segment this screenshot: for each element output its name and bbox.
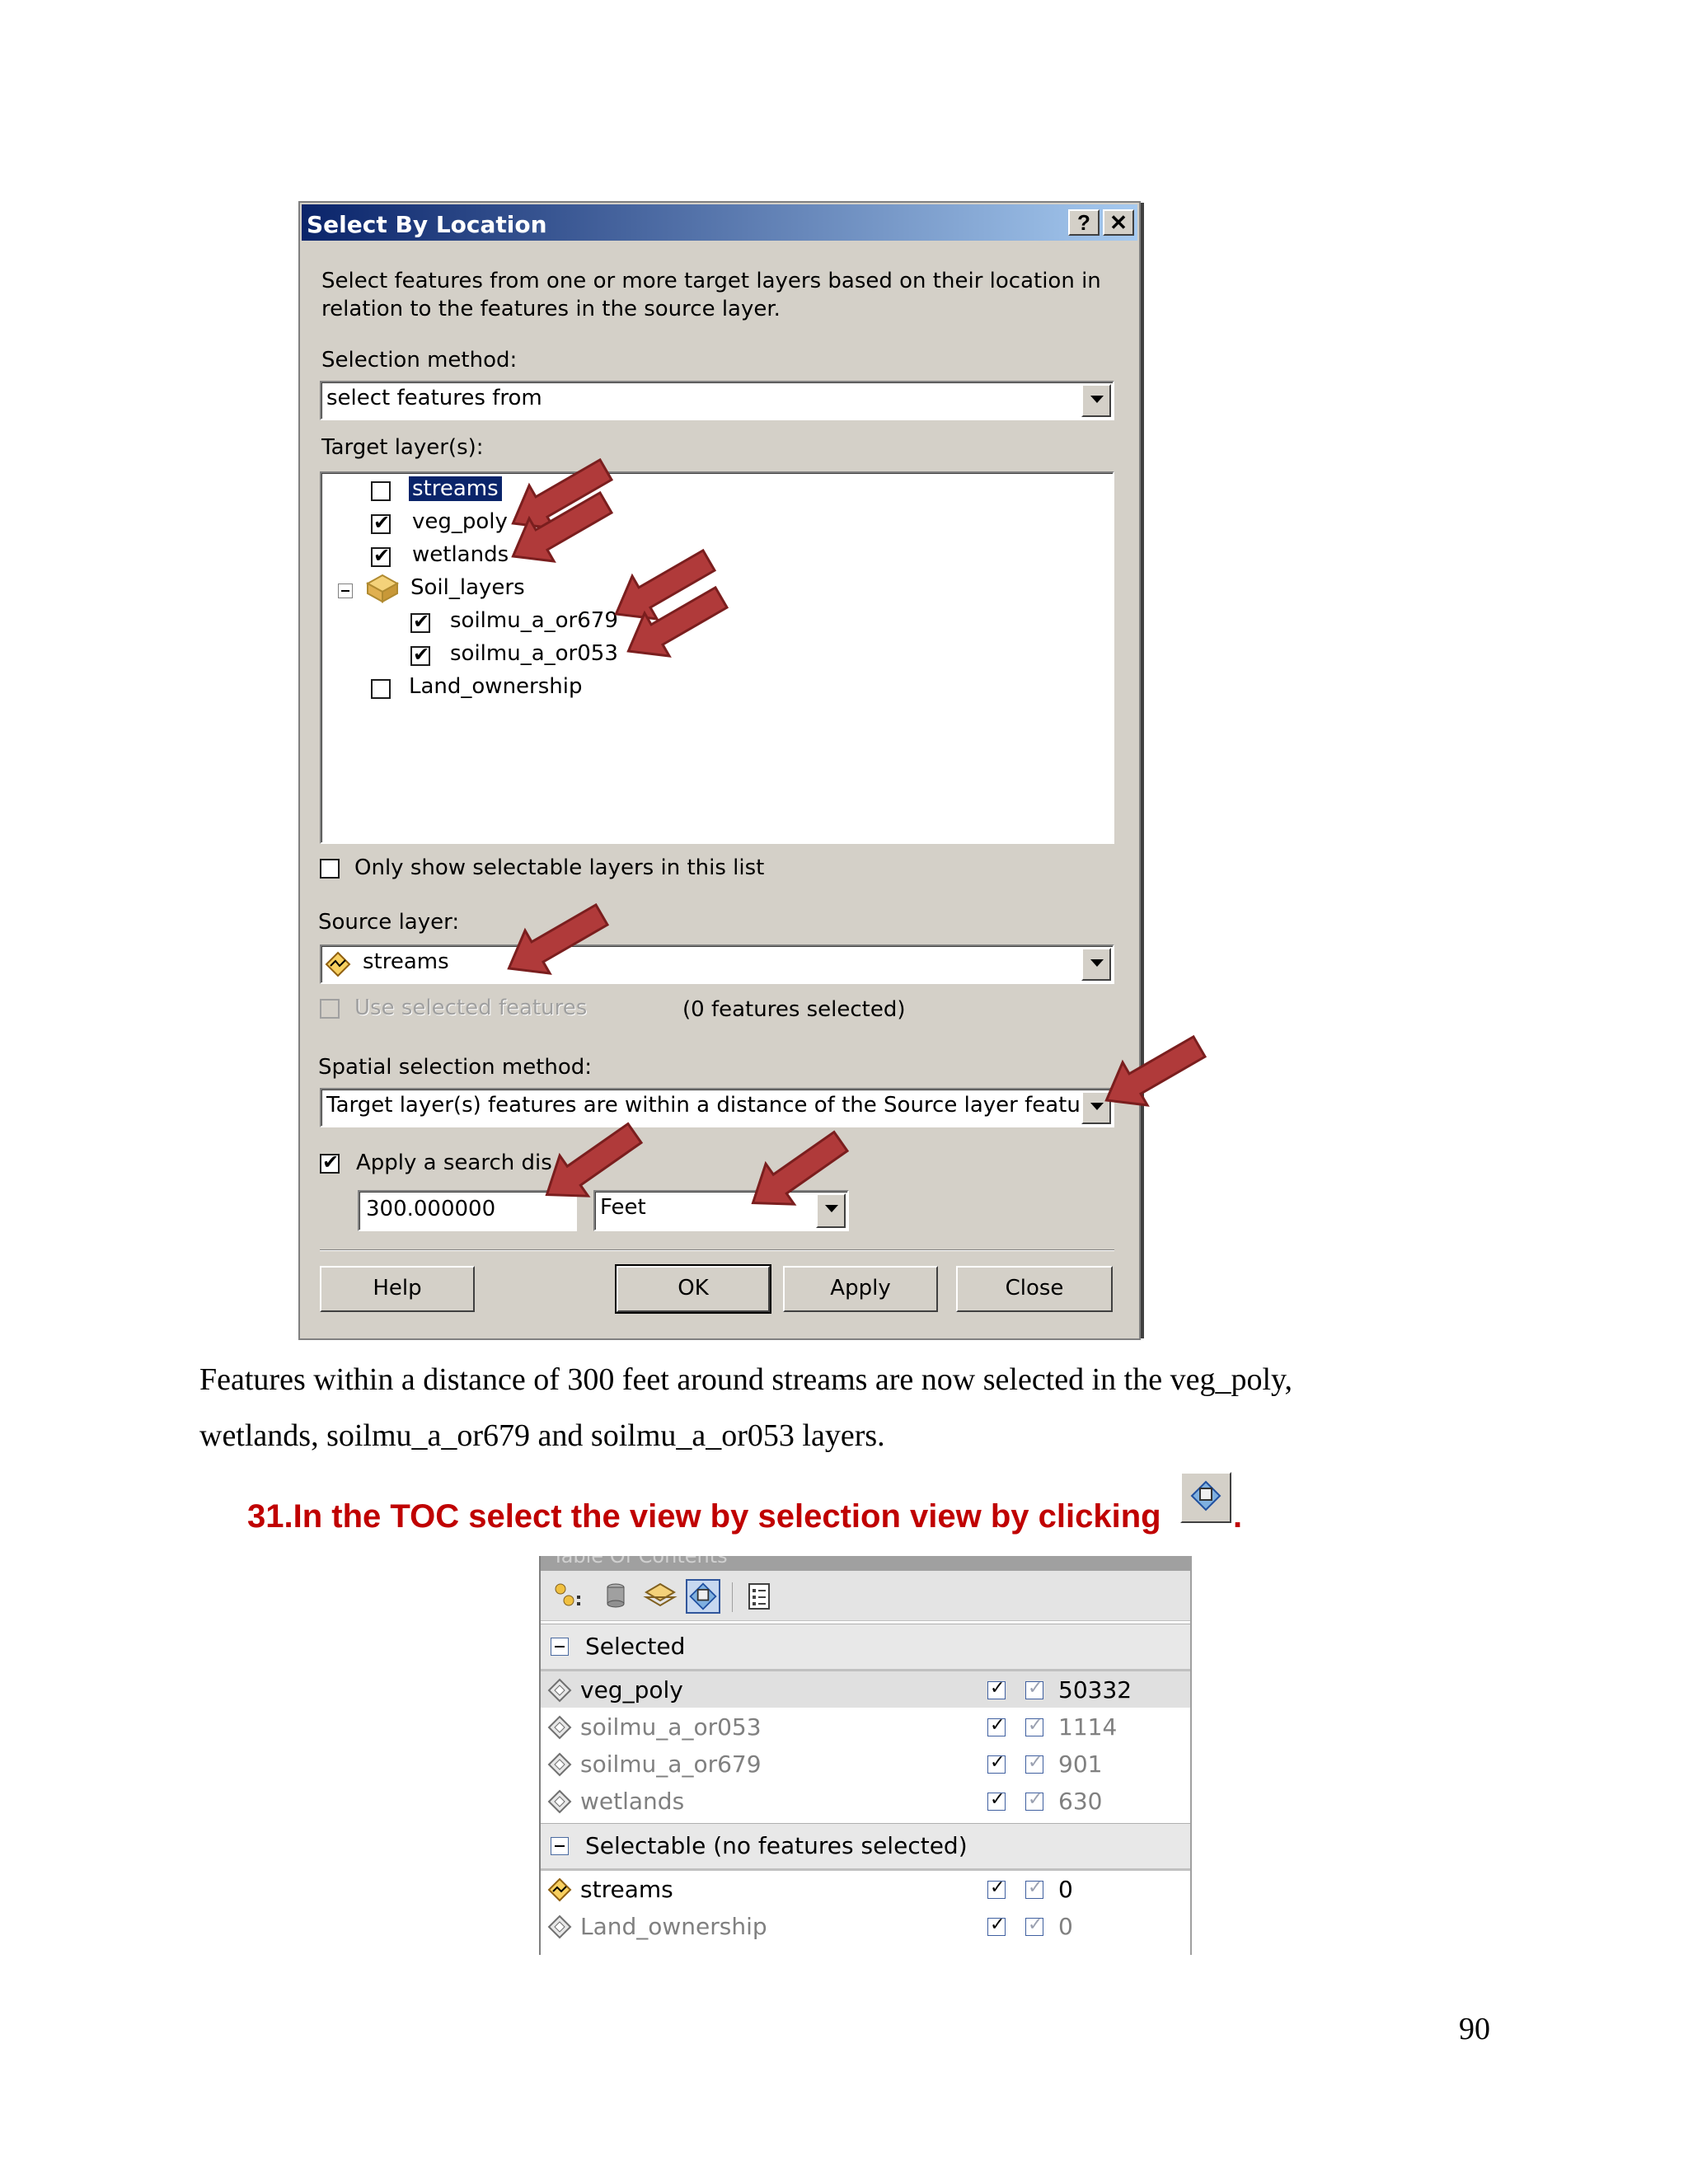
- step-instruction: 31.In the TOC select the view by selecti…: [247, 1498, 1161, 1535]
- toc-group-selectable[interactable]: Selectable (no features selected): [541, 1823, 1190, 1871]
- toc-layer-name: soilmu_a_or053: [580, 1713, 762, 1741]
- selectable-toggle-icon[interactable]: [1025, 1877, 1043, 1899]
- polygon-layer-icon: [547, 1752, 572, 1777]
- list-by-visibility-button[interactable]: [643, 1579, 678, 1614]
- toc-layer-name: wetlands: [580, 1788, 685, 1815]
- toc-layer-name: veg_poly: [580, 1676, 683, 1704]
- toc-group-label: Selectable (no features selected): [585, 1832, 968, 1859]
- selection-toggle-icon[interactable]: [987, 1877, 1006, 1899]
- toc-row-veg-poly[interactable]: veg_poly 50332: [541, 1671, 1190, 1708]
- toc-header-title: Table Of Contents: [552, 1556, 728, 1568]
- toc-toolbar: [541, 1571, 1190, 1621]
- toc-feature-count: 630: [1058, 1788, 1103, 1815]
- selectable-toggle-icon[interactable]: [1025, 1714, 1043, 1736]
- toc-layer-name: Land_ownership: [580, 1913, 767, 1940]
- polygon-layer-icon: [547, 1789, 572, 1814]
- arrow-units: [737, 1119, 856, 1225]
- paragraph-line-1: Features within a distance of 300 feet a…: [199, 1362, 1293, 1397]
- selectable-toggle-icon[interactable]: [1025, 1788, 1043, 1811]
- polygon-layer-icon: [547, 1715, 572, 1740]
- database-icon: [607, 1583, 625, 1608]
- paragraph-line-2: wetlands, soilmu_a_or679 and soilmu_a_or…: [199, 1418, 885, 1453]
- toc-layer-name: soilmu_a_or679: [580, 1750, 762, 1778]
- page-number: 90: [1459, 2012, 1490, 2046]
- selection-toggle-icon[interactable]: [987, 1914, 1006, 1936]
- selection-toggle-icon[interactable]: [987, 1788, 1006, 1811]
- list-by-source-button[interactable]: [598, 1579, 633, 1614]
- list-by-selection-toggle[interactable]: [686, 1579, 720, 1614]
- layers-icon: [643, 1582, 678, 1607]
- toc-row-wetlands[interactable]: wetlands 630: [541, 1783, 1190, 1819]
- step-period: .: [1233, 1498, 1243, 1535]
- line-layer-icon: [547, 1877, 572, 1902]
- toolbar-divider: [732, 1582, 733, 1612]
- arrow-spatial-method: [1092, 1024, 1213, 1123]
- toc-row-streams[interactable]: streams 0: [541, 1871, 1190, 1907]
- list-by-selection-icon: [689, 1582, 717, 1610]
- toc-feature-count: 0: [1058, 1876, 1073, 1903]
- options-list-icon: [748, 1583, 770, 1610]
- selection-toggle-icon[interactable]: [987, 1751, 1006, 1774]
- collapse-icon[interactable]: [551, 1837, 569, 1855]
- drawing-order-icon: [555, 1583, 580, 1606]
- toc-feature-count: 1114: [1058, 1713, 1118, 1741]
- toc-feature-count: 901: [1058, 1750, 1103, 1778]
- arrow-search-distance: [531, 1111, 650, 1216]
- list-by-drawing-order-button[interactable]: [551, 1579, 585, 1614]
- toc-row-soilmu-or053[interactable]: soilmu_a_or053 1114: [541, 1708, 1190, 1745]
- toc-row-land-ownership[interactable]: Land_ownership 0: [541, 1908, 1190, 1944]
- selection-toggle-icon[interactable]: [987, 1714, 1006, 1736]
- toc-group-label: Selected: [585, 1633, 686, 1660]
- toc-group-selected[interactable]: Selected: [541, 1624, 1190, 1671]
- selection-toggle-icon[interactable]: [987, 1677, 1006, 1699]
- selectable-toggle-icon[interactable]: [1025, 1677, 1043, 1699]
- toc-header: Table Of Contents: [541, 1556, 1190, 1571]
- selectable-toggle-icon[interactable]: [1025, 1914, 1043, 1936]
- polygon-layer-icon: [547, 1915, 572, 1939]
- selectable-toggle-icon[interactable]: [1025, 1751, 1043, 1774]
- list-by-selection-button: [1180, 1472, 1231, 1523]
- polygon-layer-icon: [547, 1678, 572, 1703]
- options-button[interactable]: [742, 1579, 776, 1614]
- toc-feature-count: 50332: [1058, 1676, 1132, 1704]
- toc-row-soilmu-or679[interactable]: soilmu_a_or679 901: [541, 1746, 1190, 1782]
- collapse-icon[interactable]: [551, 1638, 569, 1656]
- list-by-selection-icon: [1190, 1480, 1221, 1511]
- toc-feature-count: 0: [1058, 1913, 1073, 1940]
- toc-layer-name: streams: [580, 1876, 673, 1903]
- arrow-source-layer: [495, 892, 616, 991]
- table-of-contents: Table Of Contents Selected veg_poly ✓ ✓ …: [539, 1556, 1192, 1955]
